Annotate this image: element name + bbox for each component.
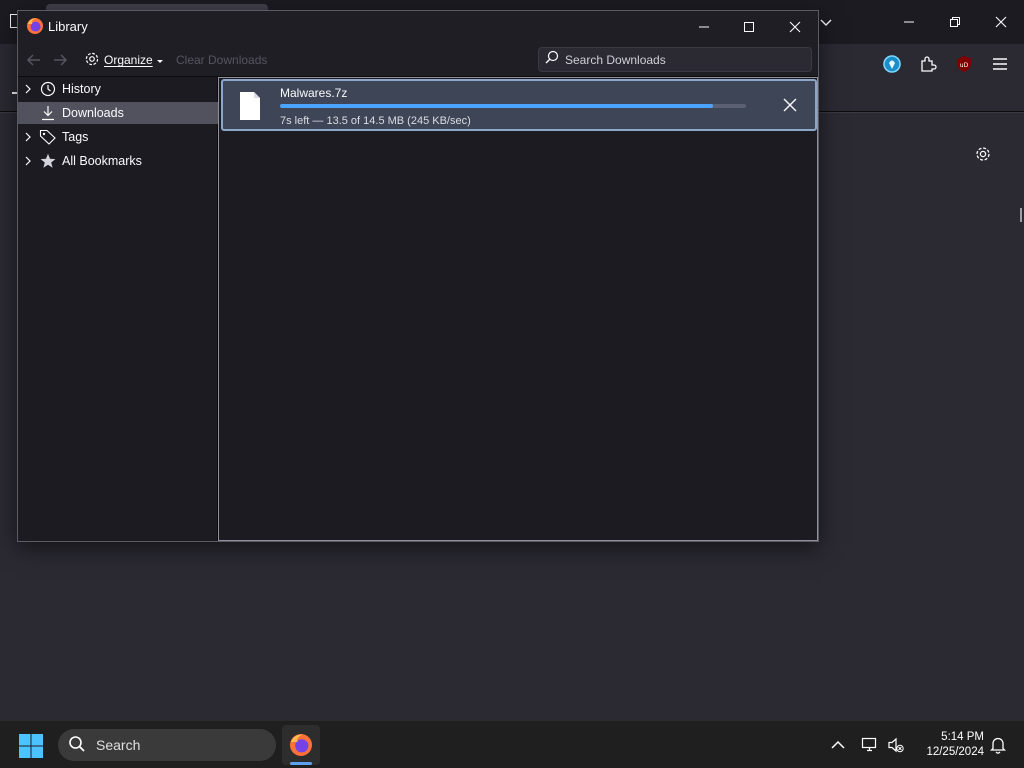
sidebar-item-label: All Bookmarks (62, 154, 142, 168)
extensions-icon[interactable] (918, 54, 938, 74)
download-progress-fill (280, 104, 714, 108)
taskbar-firefox-button[interactable] (282, 725, 320, 765)
download-filename: Malwares.7z (280, 86, 348, 100)
sidebar-item-label: History (62, 82, 101, 96)
account-icon[interactable] (882, 54, 902, 74)
organize-label: Organize (104, 53, 153, 67)
clock-date: 12/25/2024 (926, 746, 984, 758)
sidebar-item-label: Tags (62, 130, 89, 144)
file-icon (239, 91, 261, 121)
search-downloads-input[interactable] (565, 52, 805, 67)
volume-muted-icon[interactable] (886, 735, 906, 755)
sidebar-item-history[interactable]: History (18, 78, 218, 100)
chevron-down-icon (156, 53, 163, 67)
ublock-origin-icon[interactable]: uD (954, 54, 974, 74)
star-icon (38, 153, 58, 169)
settings-gear-icon[interactable] (972, 143, 994, 165)
list-all-tabs-icon[interactable] (818, 14, 834, 30)
library-window: Library Organize Clear Downloads Search … (17, 10, 819, 542)
taskbar-search-box[interactable]: Search (58, 729, 276, 761)
library-title: Library (48, 19, 88, 34)
clear-downloads-button[interactable]: Clear Downloads (176, 51, 267, 69)
downloads-list: Malwares.7z 7s left — 13.5 of 14.5 MB (2… (218, 77, 818, 541)
app-menu-icon[interactable] (990, 54, 1010, 74)
svg-text:uD: uD (960, 62, 969, 69)
content-scrollbar-thumb[interactable] (1020, 208, 1022, 222)
organize-gear-icon (84, 51, 100, 70)
taskbar: Search 5:14 PM 12/25/2024 (0, 720, 1024, 768)
cancel-download-button[interactable] (779, 94, 801, 116)
chevron-up-icon[interactable] (828, 735, 848, 755)
sidebar-item-label: Downloads (62, 106, 124, 120)
back-arrow-icon[interactable] (26, 51, 42, 69)
chevron-right-icon[interactable] (18, 132, 38, 142)
tag-icon (38, 129, 58, 145)
organize-button[interactable]: Organize (84, 51, 163, 69)
firefox-logo-icon (26, 17, 44, 35)
library-sidebar: History Downloads Tags All Bookmarks (18, 77, 218, 541)
sidebar-item-tags[interactable]: Tags (18, 126, 218, 148)
chevron-right-icon[interactable] (18, 84, 38, 94)
download-status: 7s left — 13.5 of 14.5 MB (245 KB/sec) (280, 115, 471, 127)
download-icon (38, 105, 58, 121)
windows-logo-icon (19, 734, 43, 758)
search-icon (545, 50, 559, 69)
library-toolbar: Organize Clear Downloads (18, 43, 818, 77)
forward-arrow-icon[interactable] (52, 51, 68, 69)
firefox-logo-icon (290, 734, 312, 756)
start-button[interactable] (18, 733, 44, 759)
sidebar-item-all-bookmarks[interactable]: All Bookmarks (18, 150, 218, 172)
chevron-right-icon[interactable] (18, 156, 38, 166)
taskbar-clock[interactable]: 5:14 PM 12/25/2024 (912, 730, 984, 760)
library-titlebar[interactable]: Library (18, 11, 818, 43)
search-icon (68, 735, 86, 756)
clock-icon (38, 81, 58, 97)
browser-restore-button[interactable] (945, 12, 965, 32)
browser-minimize-button[interactable] (899, 12, 919, 32)
active-app-indicator (290, 762, 312, 765)
library-close-button[interactable] (785, 17, 805, 37)
sidebar-item-downloads[interactable]: Downloads (18, 102, 218, 124)
network-icon[interactable] (860, 735, 880, 755)
taskbar-search-label: Search (96, 737, 141, 753)
download-item[interactable]: Malwares.7z 7s left — 13.5 of 14.5 MB (2… (221, 79, 817, 131)
library-minimize-button[interactable] (694, 17, 714, 37)
library-maximize-button[interactable] (739, 17, 759, 37)
search-downloads-field[interactable] (538, 47, 812, 72)
close-icon (783, 98, 797, 112)
clock-time: 5:14 PM (941, 731, 984, 743)
download-progress-bar (280, 104, 746, 108)
browser-close-button[interactable] (991, 12, 1011, 32)
notification-bell-icon[interactable] (988, 735, 1008, 755)
